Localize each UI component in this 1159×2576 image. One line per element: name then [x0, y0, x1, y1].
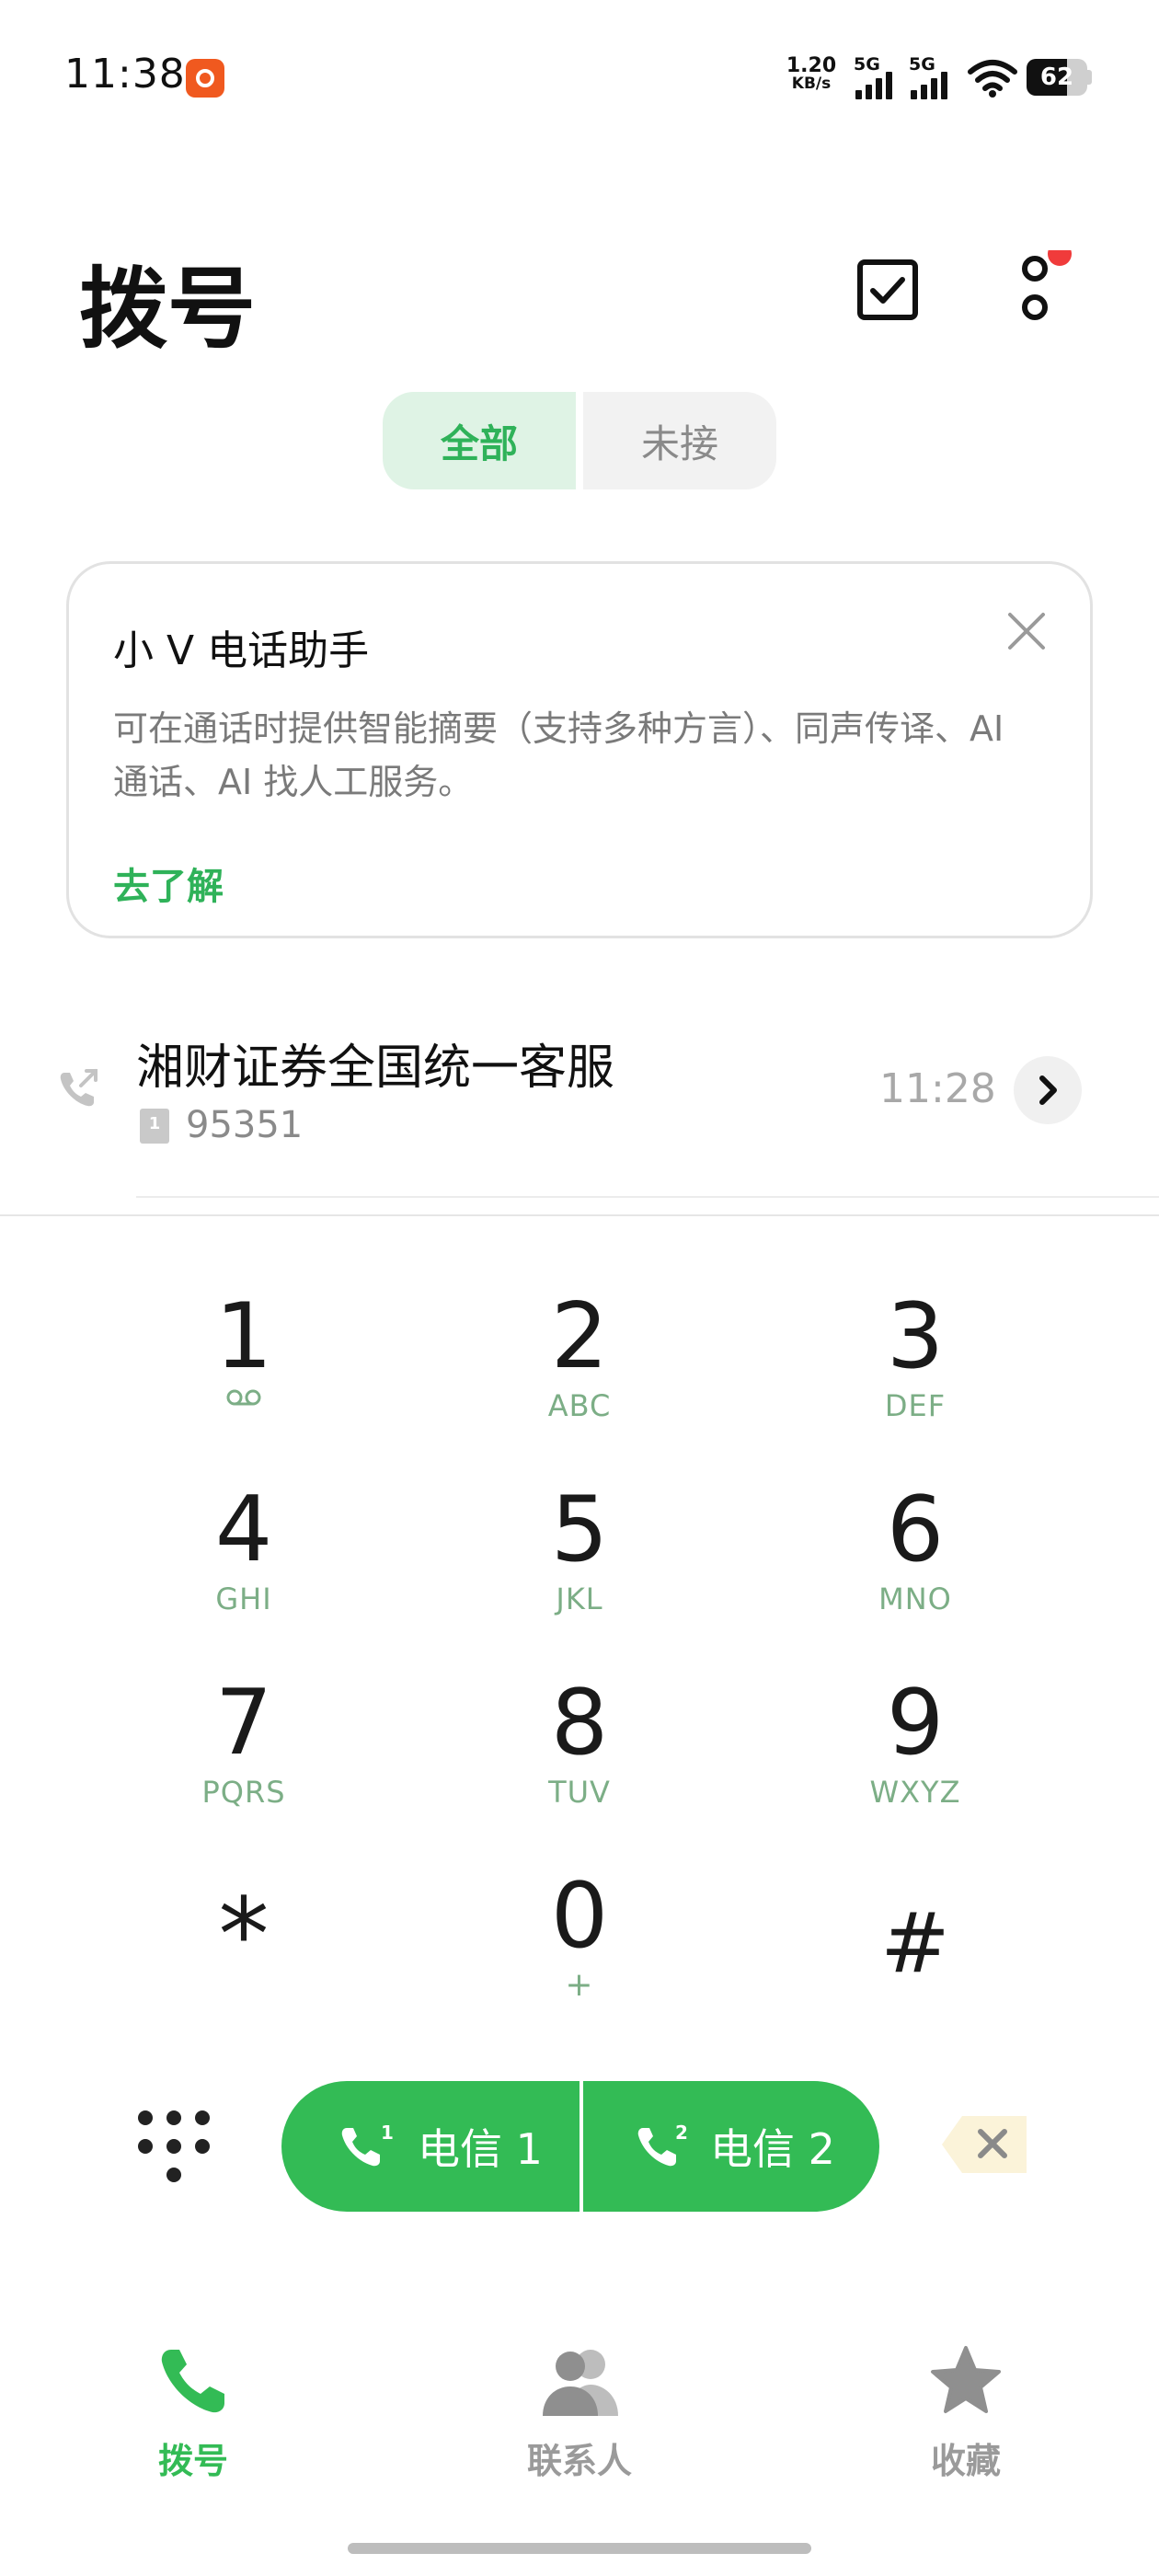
key-digit: 3: [886, 1284, 945, 1389]
outgoing-call-icon: [60, 1069, 98, 1107]
key-letters: PQRS: [201, 1775, 286, 1810]
sim1-signal: 5G: [854, 55, 905, 101]
tab-all[interactable]: 全部: [383, 392, 576, 489]
sim2-badge: 2: [675, 2122, 688, 2144]
more-options-icon[interactable]: [1016, 250, 1072, 333]
dialpad-key-1[interactable]: 1: [92, 1286, 396, 1470]
card-description: 可在通话时提供智能摘要（支持多种方言）、同声传译、AI 通话、AI 找人工服务。: [113, 708, 1004, 802]
key-letters: DEF: [884, 1388, 947, 1423]
chevron-right-icon: [1039, 1075, 1057, 1105]
nav-tab-favorites[interactable]: 收藏: [874, 2344, 1058, 2482]
dialpad-key-0[interactable]: 0 +: [428, 1866, 731, 2050]
dialpad-key-9[interactable]: 9 WXYZ: [763, 1673, 1067, 1857]
backspace-icon[interactable]: [940, 2112, 1032, 2177]
battery-level: 62: [1039, 63, 1074, 91]
key-digit: 2: [550, 1284, 609, 1389]
key-digit: 6: [886, 1478, 945, 1582]
dialpad-key-5[interactable]: 5 JKL: [428, 1479, 731, 1663]
key-digit: 7: [214, 1671, 273, 1776]
call-sim2-label: 电信 2: [710, 2124, 835, 2174]
dialpad-key-star[interactable]: *: [92, 1866, 396, 2050]
sim1-badge: 1: [381, 2122, 394, 2144]
dialpad-key-3[interactable]: 3 DEF: [763, 1286, 1067, 1470]
star-icon: [931, 2346, 1001, 2413]
phone-icon: [161, 2350, 224, 2413]
nav-tab-contacts[interactable]: 联系人: [488, 2344, 671, 2482]
key-digit: 8: [550, 1671, 609, 1776]
phone-sim2-icon: 2: [637, 2122, 688, 2167]
sim1-network-type: 5G: [854, 54, 880, 75]
sim2-signal: 5G: [909, 55, 960, 101]
sim-card-icon: 1: [140, 1109, 169, 1144]
dialpad-key-6[interactable]: 6 MNO: [763, 1479, 1067, 1663]
learn-more-link[interactable]: 去了解: [113, 857, 224, 910]
call-sim1-button[interactable]: 1 电信 1: [281, 2081, 580, 2212]
select-checkbox-icon[interactable]: [855, 258, 920, 322]
signal-bars-icon: [855, 72, 892, 99]
key-digit: 9: [886, 1671, 945, 1776]
wifi-icon: [968, 60, 1017, 98]
dialpad-divider: [0, 1214, 1159, 1216]
key-letters: GHI: [215, 1581, 272, 1616]
home-indicator[interactable]: [348, 2543, 811, 2554]
key-letters: JKL: [556, 1581, 603, 1616]
key-letters: ABC: [547, 1388, 612, 1423]
key-digit: #: [880, 1895, 950, 1992]
key-letters: MNO: [878, 1581, 952, 1616]
key-letters: WXYZ: [869, 1775, 961, 1810]
caller-name: 湘财证券全国统一客服: [136, 1041, 615, 1096]
key-digit: 4: [214, 1478, 273, 1582]
nav-tab-label: 联系人: [526, 2441, 632, 2481]
page-title: 拨号: [79, 258, 256, 361]
nav-tab-dialer[interactable]: 拨号: [101, 2344, 285, 2482]
sim2-network-type: 5G: [909, 54, 935, 75]
row-divider: [136, 1196, 1159, 1198]
key-digit: 1: [214, 1284, 273, 1389]
dialpad-key-2[interactable]: 2 ABC: [428, 1286, 731, 1470]
battery-indicator: 62: [1027, 59, 1093, 96]
dialpad-key-8[interactable]: 8 TUV: [428, 1673, 731, 1857]
caller-number: 95351: [186, 1104, 304, 1146]
close-icon[interactable]: [1005, 610, 1048, 652]
dialpad-grid-icon[interactable]: [136, 2109, 212, 2184]
key-letters: +: [565, 1966, 594, 2004]
key-digit: *: [218, 1876, 270, 1994]
dialpad-key-7[interactable]: 7 PQRS: [92, 1673, 396, 1857]
nav-tab-label: 收藏: [930, 2441, 1001, 2481]
signal-bars-icon: [911, 72, 947, 99]
sim-slot-number: 1: [148, 1114, 161, 1133]
status-time: 11:38: [64, 51, 186, 98]
tab-missed[interactable]: 未接: [583, 392, 776, 489]
contacts-icon: [543, 2350, 618, 2416]
network-speed: 1.20 KB/s: [784, 54, 839, 93]
assistant-promo-card: 小 V 电话助手 可在通话时提供智能摘要（支持多种方言）、同声传译、AI 通话、…: [66, 561, 1093, 938]
call-detail-button[interactable]: [1014, 1056, 1082, 1124]
card-title: 小 V 电话助手: [113, 627, 370, 674]
dialpad-key-hash[interactable]: #: [763, 1866, 1067, 2050]
call-sim2-button[interactable]: 2 电信 2: [583, 2081, 879, 2212]
key-digit: 0: [550, 1864, 609, 1969]
key-letters: TUV: [548, 1775, 611, 1810]
call-button-divider: [580, 2081, 583, 2212]
nav-tab-label: 拨号: [157, 2441, 228, 2481]
app-notification-icon: [186, 59, 224, 98]
key-digit: 5: [550, 1478, 609, 1582]
network-speed-value: 1.20: [786, 54, 837, 77]
network-speed-unit: KB/s: [791, 75, 832, 93]
call-sim1-label: 电信 1: [418, 2124, 543, 2174]
dialpad-key-4[interactable]: 4 GHI: [92, 1479, 396, 1663]
phone-sim1-icon: 1: [341, 2122, 394, 2167]
voicemail-icon: [226, 1389, 261, 1406]
call-time: 11:28: [879, 1065, 996, 1112]
